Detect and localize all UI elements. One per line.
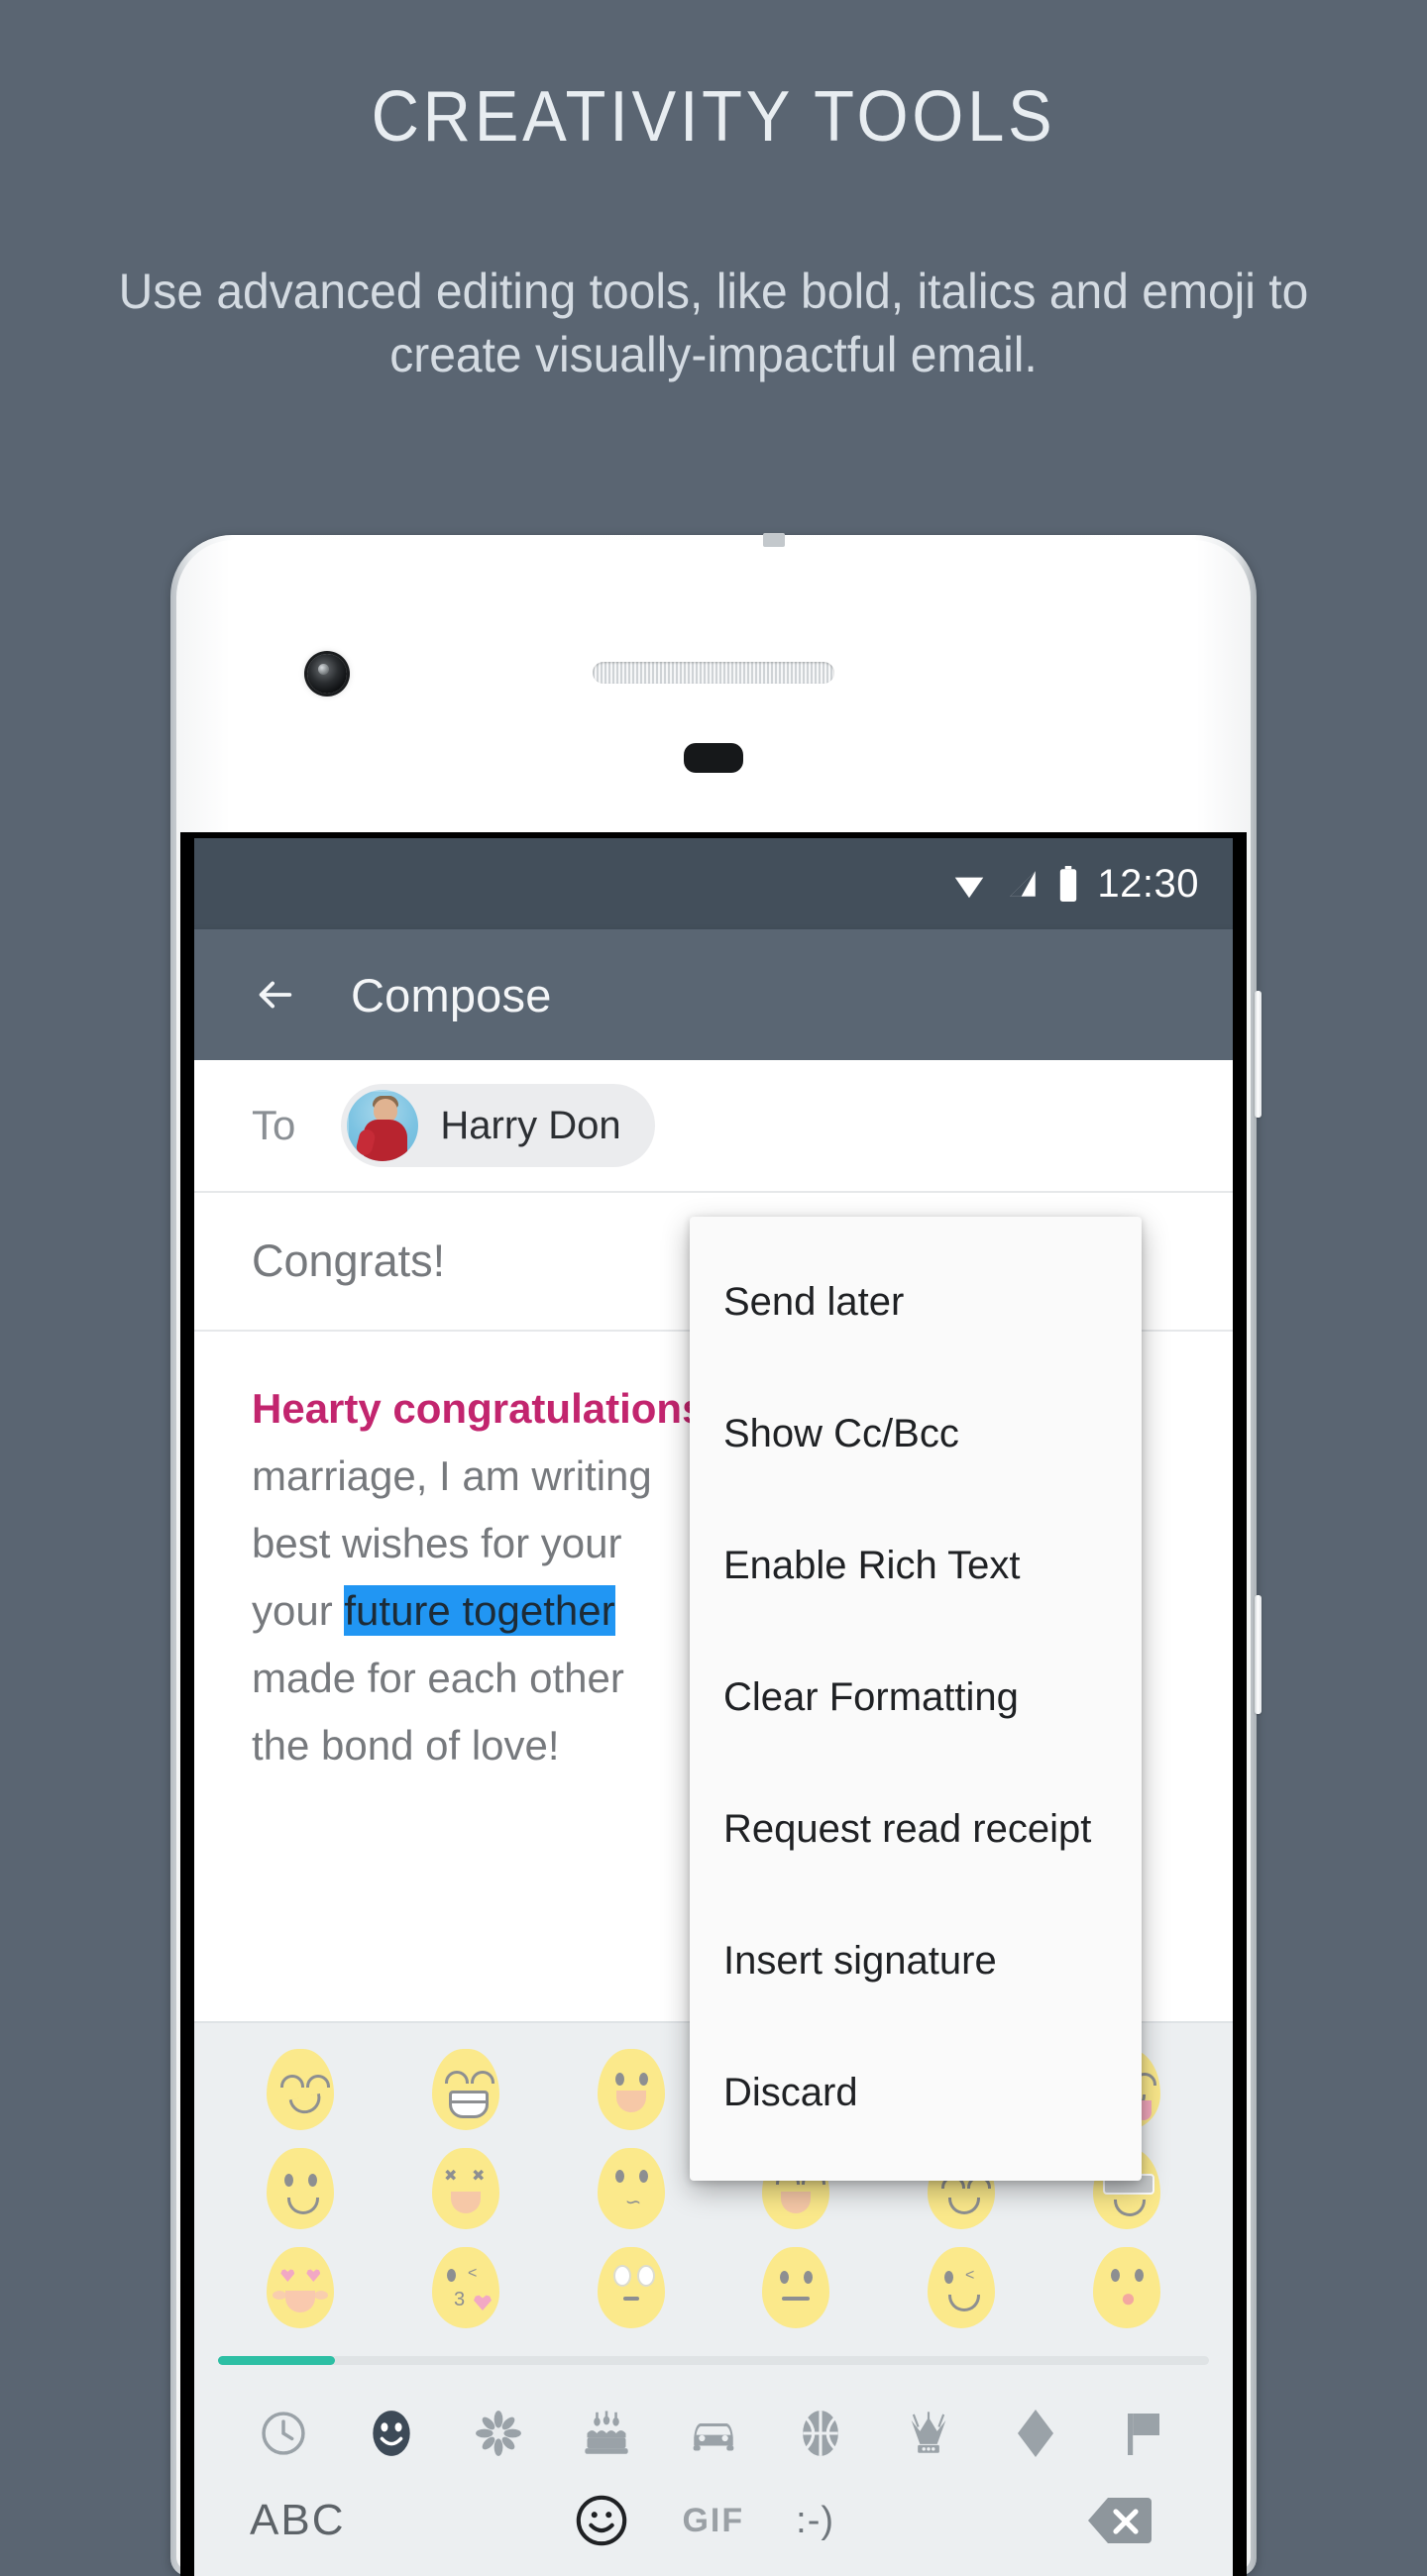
crown-objects-icon[interactable] (901, 2406, 956, 2461)
promo-screenshot: CREATIVITY TOOLS Use advanced editing to… (0, 0, 1427, 2576)
smiley-outline-icon[interactable] (573, 2492, 630, 2549)
cake-food-icon[interactable] (579, 2406, 634, 2461)
to-label: To (252, 1102, 296, 1148)
neutral-face-emoji[interactable] (750, 2241, 841, 2332)
kissing-face-emoji[interactable]: ∽ (586, 2142, 677, 2233)
backspace-icon[interactable] (1088, 2496, 1152, 2545)
emoji-row: < 3 < ● (194, 2237, 1233, 2336)
wifi-icon (950, 865, 988, 903)
app-bar: Compose (194, 929, 1233, 1060)
selected-text: future together (344, 1585, 615, 1636)
smirking-face-emoji[interactable] (255, 2043, 346, 2134)
grinning-face-emoji[interactable] (420, 2043, 511, 2134)
body-text-pre: your (252, 1587, 345, 1634)
status-bar-time: 12:30 (1097, 862, 1199, 906)
emoji-scrollbar-thumb[interactable] (218, 2356, 335, 2365)
signal-icon (1006, 867, 1040, 901)
heart-eyes-face-emoji[interactable] (255, 2241, 346, 2332)
menu-item-show-cc-bcc[interactable]: Show Cc/Bcc (690, 1368, 1142, 1500)
flower-nature-icon[interactable] (471, 2406, 526, 2461)
phone-frame: 12:30 Compose To Harry Don Congrats! Hea… (170, 533, 1262, 2576)
menu-item-send-later[interactable]: Send later (690, 1236, 1142, 1368)
blowing-kiss-face-emoji[interactable]: < 3 (420, 2241, 511, 2332)
keyboard-bottom-bar: ABC GIF :-) (194, 2465, 1233, 2576)
open-mouth-face-emoji[interactable] (586, 2043, 677, 2134)
back-arrow-icon[interactable] (252, 972, 297, 1018)
menu-item-insert-signature[interactable]: Insert signature (690, 1895, 1142, 2027)
app-bar-title: Compose (351, 968, 552, 1021)
emoticon-key[interactable]: :-) (796, 2500, 834, 2542)
rolling-eyes-face-emoji[interactable] (586, 2241, 677, 2332)
volume-down-button[interactable] (1255, 1595, 1262, 1714)
status-bar: 12:30 (194, 838, 1233, 929)
page-subtitle: Use advanced editing tools, like bold, i… (118, 264, 1309, 382)
screen-bezel: 12:30 Compose To Harry Don Congrats! Hea… (180, 832, 1247, 2576)
antenna-nub (763, 533, 785, 547)
basketball-activity-icon[interactable] (793, 2406, 848, 2461)
phone-screen: 12:30 Compose To Harry Don Congrats! Hea… (194, 838, 1233, 2576)
car-travel-icon[interactable] (686, 2406, 741, 2461)
emoji-scrollbar[interactable] (218, 2356, 1209, 2365)
earpiece-speaker (593, 662, 834, 684)
recipient-name: Harry Don (440, 1103, 621, 1147)
recipient-chip[interactable]: Harry Don (341, 1084, 655, 1167)
avatar (347, 1090, 419, 1161)
menu-item-clear-formatting[interactable]: Clear Formatting (690, 1632, 1142, 1764)
page-title: CREATIVITY TOOLS (371, 77, 1056, 157)
clock-recent-icon[interactable] (256, 2406, 311, 2461)
overflow-menu: Send later Show Cc/Bcc Enable Rich Text … (690, 1217, 1142, 2181)
battery-icon (1057, 866, 1079, 902)
squinting-laugh-face-emoji[interactable]: ✖ ✖ (420, 2142, 511, 2233)
flag-icon[interactable] (1116, 2406, 1171, 2461)
proximity-sensor (684, 743, 743, 773)
menu-item-request-read-receipt[interactable]: Request read receipt (690, 1764, 1142, 1895)
diamond-symbols-icon[interactable] (1008, 2406, 1063, 2461)
winking-face-emoji[interactable]: < (916, 2241, 1007, 2332)
smiley-people-icon[interactable] (364, 2406, 419, 2461)
front-camera-icon (307, 654, 347, 694)
menu-item-enable-rich-text[interactable]: Enable Rich Text (690, 1500, 1142, 1632)
subject-value: Congrats! (252, 1235, 446, 1286)
slightly-smiling-face-emoji[interactable] (255, 2142, 346, 2233)
menu-item-discard[interactable]: Discard (690, 2027, 1142, 2159)
volume-up-button[interactable] (1255, 991, 1262, 1118)
gif-key[interactable]: GIF (682, 2502, 744, 2540)
abc-key[interactable]: ABC (250, 2496, 345, 2545)
to-field-row[interactable]: To Harry Don (194, 1060, 1233, 1193)
surprised-face-emoji[interactable]: ● (1081, 2241, 1172, 2332)
